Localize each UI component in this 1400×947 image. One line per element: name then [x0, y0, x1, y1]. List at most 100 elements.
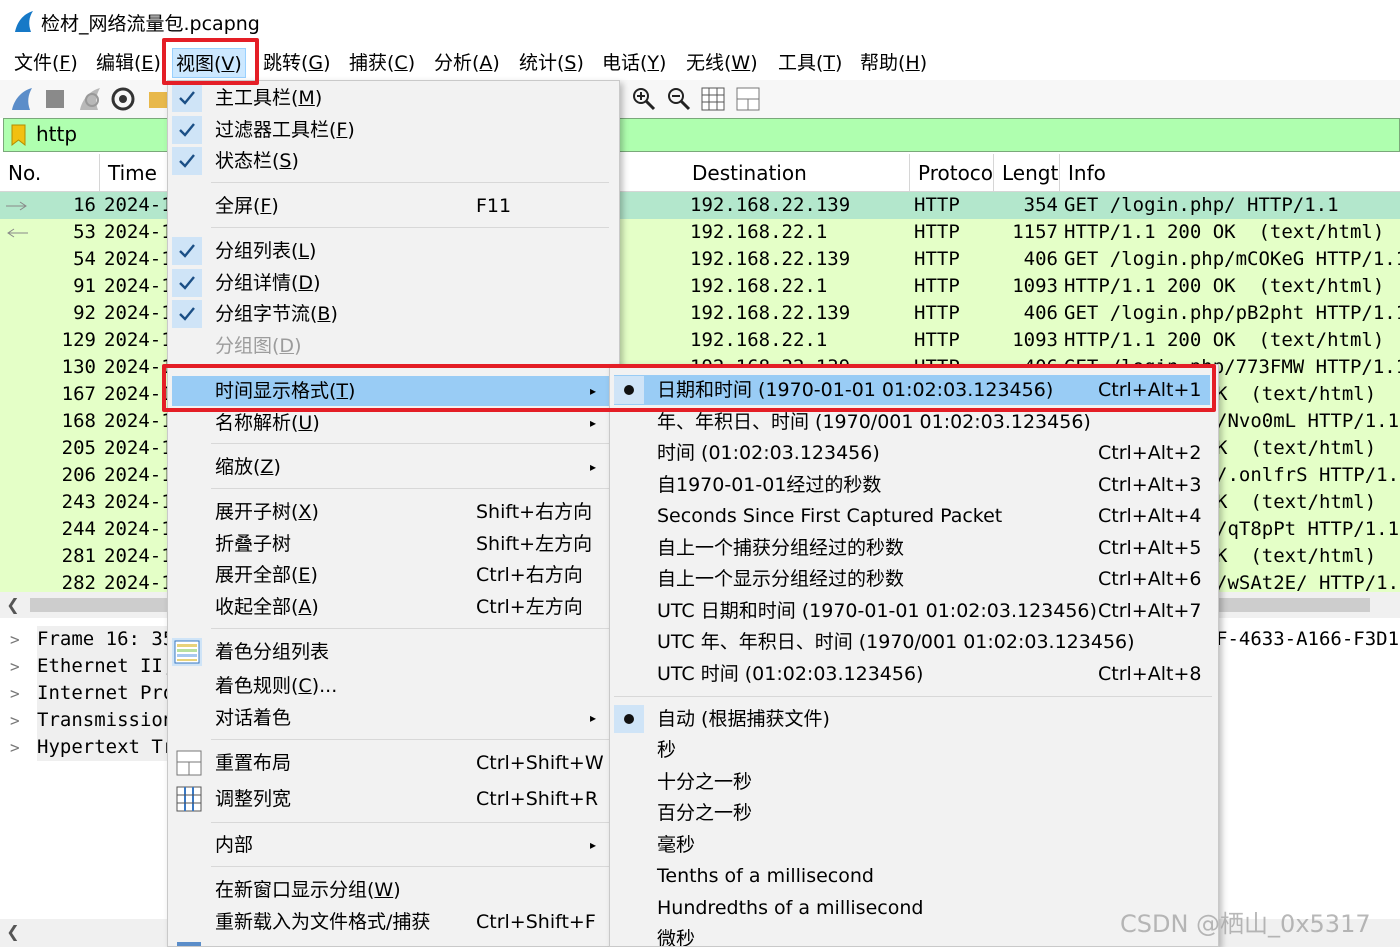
menu-wireless[interactable]: 无线(W) — [683, 48, 761, 78]
time-format-utc-date-and-time[interactable]: UTC 日期和时间 (1970-01-01 01:02:03.123456) C… — [610, 596, 1218, 626]
cell-protocol: HTTP — [914, 194, 960, 216]
capture-options-icon[interactable] — [110, 86, 136, 112]
menu-item-collapse-all[interactable]: 收起全部(A) Ctrl+左方向 — [168, 592, 619, 622]
menu-item-shortcut: Ctrl+左方向 — [476, 596, 583, 618]
menu-help[interactable]: 帮助(H) — [857, 48, 930, 78]
column-header-protocol[interactable]: Protoco — [910, 154, 994, 192]
menu-item-reload-as-file-format[interactable]: 重新载入为文件格式/捕获 Ctrl+Shift+F — [168, 907, 619, 937]
cell-info: /qT8pPt HTTP/1.1 — [1216, 518, 1400, 540]
column-header-length[interactable]: Lengt — [994, 154, 1060, 192]
filter-bookmark-icon[interactable] — [10, 124, 27, 146]
menu-statistics[interactable]: 统计(S) — [516, 48, 587, 78]
menu-separator — [211, 866, 609, 867]
cell-time: 2024-1 — [104, 248, 170, 270]
menu-item-filter-toolbar[interactable]: 过滤器工具栏(F) — [168, 115, 619, 145]
menu-item-resize-columns[interactable]: 调整列宽 Ctrl+Shift+R — [168, 784, 619, 814]
scroll-left-icon[interactable]: ❮ — [0, 592, 26, 618]
cell-time: 2024-1 — [104, 383, 170, 405]
time-format-since-previous-captured[interactable]: 自上一个捕获分组经过的秒数 Ctrl+Alt+5 — [610, 533, 1218, 563]
reset-layout-icon[interactable] — [735, 86, 761, 112]
menu-capture[interactable]: 捕获(C) — [346, 48, 418, 78]
restart-capture-icon[interactable] — [77, 86, 103, 112]
cell-time: 2024-1 — [104, 545, 170, 567]
cell-destination: 192.168.22.1 — [690, 275, 828, 297]
stop-capture-icon[interactable] — [42, 86, 68, 112]
expand-chevron-icon[interactable]: > — [10, 707, 20, 734]
menu-go[interactable]: 跳转(G) — [260, 48, 334, 78]
expand-chevron-icon[interactable]: > — [10, 653, 20, 680]
menu-item-internals[interactable]: 内部 ▸ — [168, 830, 619, 860]
menu-item-time-display-format[interactable]: 时间显示格式(T) ▸ — [172, 376, 610, 406]
menu-file[interactable]: 文件(F) — [11, 48, 81, 78]
menu-item-reset-layout[interactable]: 重置布局 Ctrl+Shift+W — [168, 748, 619, 778]
time-format-utc-year-doy-time[interactable]: UTC 年、年积日、时间 (1970/001 01:02:03.123456) — [610, 627, 1218, 657]
time-format-year-doy-time[interactable]: 年、年积日、时间 (1970/001 01:02:03.123456) — [610, 407, 1218, 437]
column-header-info[interactable]: Info — [1060, 154, 1400, 192]
menu-item-packet-list[interactable]: 分组列表(L) — [168, 236, 619, 266]
column-header-destination[interactable]: Destination — [684, 154, 910, 192]
menu-item-coloring-rules[interactable]: 着色规则(C)... — [168, 671, 619, 701]
cell-time: 2024-1 — [104, 329, 170, 351]
cell-no: 167 — [61, 383, 96, 405]
menu-item-packet-bytes[interactable]: 分组字节流(B) — [168, 299, 619, 329]
menu-item-label: 收起全部(A) — [215, 596, 319, 618]
expand-chevron-icon[interactable]: > — [10, 626, 20, 653]
cell-length: 1093 — [1012, 329, 1058, 351]
checkmark-icon — [172, 116, 202, 144]
menu-telephony[interactable]: 电话(Y) — [599, 48, 669, 78]
time-precision-automatic[interactable]: 自动 (根据捕获文件) — [610, 704, 1218, 734]
time-format-seconds-since-epoch[interactable]: 自1970-01-01经过的秒数 Ctrl+Alt+3 — [610, 470, 1218, 500]
time-format-time-of-day[interactable]: 时间 (01:02:03.123456) Ctrl+Alt+2 — [610, 438, 1218, 468]
menu-item-colorize-packet-list[interactable]: 着色分组列表 — [168, 637, 619, 667]
menu-item-colorize-conversation[interactable]: 对话着色 ▸ — [168, 703, 619, 733]
menu-item-partial-next[interactable] — [168, 939, 619, 946]
menu-item-packet-details[interactable]: 分组详情(D) — [168, 268, 619, 298]
zoom-in-icon[interactable] — [631, 86, 657, 112]
menu-item-label: 自1970-01-01经过的秒数 — [657, 474, 882, 496]
time-format-since-first-packet[interactable]: Seconds Since First Captured Packet Ctrl… — [610, 501, 1218, 531]
menu-analyze[interactable]: 分析(A) — [431, 48, 503, 78]
display-filter-input[interactable]: http — [36, 122, 77, 146]
menu-item-status-bar[interactable]: 状态栏(S) — [168, 146, 619, 176]
menu-item-label: 百分之一秒 — [657, 802, 753, 824]
menu-item-label: 全屏(F) — [215, 195, 279, 217]
time-format-utc-time[interactable]: UTC 时间 (01:02:03.123456) Ctrl+Alt+8 — [610, 659, 1218, 689]
time-format-since-previous-displayed[interactable]: 自上一个显示分组经过的秒数 Ctrl+Alt+6 — [610, 564, 1218, 594]
menu-item-label: 重置布局 — [215, 752, 292, 774]
menu-item-shortcut: Ctrl+Shift+R — [476, 788, 599, 810]
scroll-left-icon[interactable]: ❮ — [0, 919, 26, 945]
detail-text: Internet Pro — [37, 680, 179, 707]
cell-no: 91 — [73, 275, 96, 297]
menu-item-expand-subtrees[interactable]: 展开子树(X) Shift+右方向 — [168, 497, 619, 527]
time-precision-hundredths[interactable]: 百分之一秒 — [610, 798, 1218, 828]
menu-item-fullscreen[interactable]: 全屏(F) F11 — [168, 191, 619, 221]
menu-item-collapse-subtrees[interactable]: 折叠子树 Shift+左方向 — [168, 529, 619, 559]
time-precision-milliseconds[interactable]: 毫秒 — [610, 830, 1218, 860]
resize-columns-icon[interactable] — [700, 86, 726, 112]
start-capture-icon[interactable] — [9, 86, 35, 112]
zoom-out-icon[interactable] — [666, 86, 692, 112]
cell-info: GET /login.php/ HTTP/1.1 — [1064, 194, 1339, 216]
time-precision-seconds[interactable]: 秒 — [610, 735, 1218, 765]
menu-item-label: 分组图(D) — [215, 335, 302, 357]
menu-edit[interactable]: 编辑(E) — [93, 48, 164, 78]
detail-text: Transmission — [37, 707, 179, 734]
cell-length: 1093 — [1012, 275, 1058, 297]
cell-time: 2024-1 — [104, 356, 170, 378]
time-precision-tenths[interactable]: 十分之一秒 — [610, 767, 1218, 797]
menu-item-label: 毫秒 — [657, 834, 696, 856]
column-header-no[interactable]: No. — [0, 154, 100, 192]
menu-tools[interactable]: 工具(T) — [775, 48, 845, 78]
menu-item-expand-all[interactable]: 展开全部(E) Ctrl+右方向 — [168, 560, 619, 590]
menu-item-label: 分组详情(D) — [215, 272, 321, 294]
time-format-date-and-time[interactable]: 日期和时间 (1970-01-01 01:02:03.123456) Ctrl+… — [614, 375, 1210, 405]
time-precision-tenths-ms[interactable]: Tenths of a millisecond — [610, 861, 1218, 891]
menu-item-show-packet-new-window[interactable]: 在新窗口显示分组(W) — [168, 875, 619, 905]
menu-item-zoom[interactable]: 缩放(Z) ▸ — [168, 452, 619, 482]
menu-item-name-resolution[interactable]: 名称解析(U) ▸ — [168, 408, 619, 438]
menu-item-main-toolbar[interactable]: 主工具栏(M) — [168, 83, 619, 113]
expand-chevron-icon[interactable]: > — [10, 734, 20, 761]
menu-view[interactable]: 视图(V) — [172, 48, 246, 78]
expand-chevron-icon[interactable]: > — [10, 680, 20, 707]
cell-info: /.onlfrS HTTP/1.1 — [1216, 464, 1400, 486]
